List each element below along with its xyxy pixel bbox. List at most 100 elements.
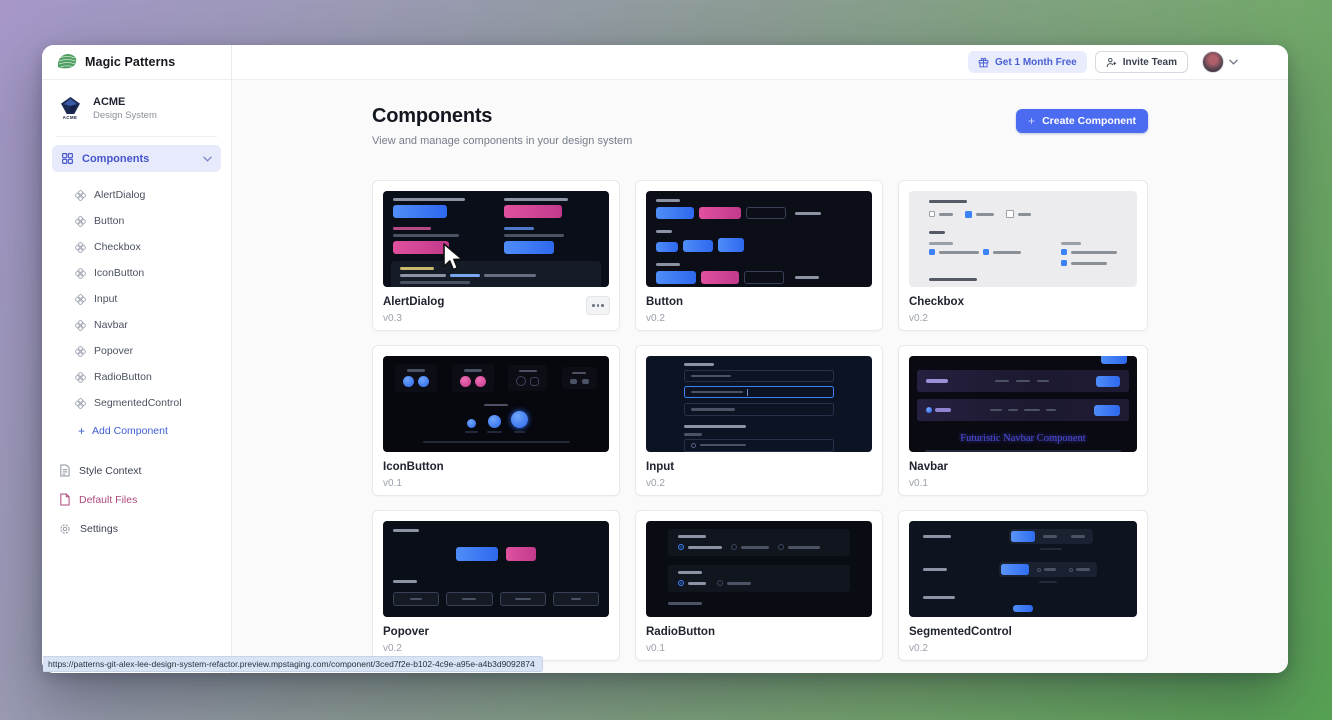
footer-item-label: Settings: [80, 523, 118, 535]
brand-header: Magic Patterns: [42, 45, 231, 80]
component-item-label: Button: [94, 215, 124, 227]
components-nav-label: Components: [82, 153, 195, 165]
component-thumbnail[interactable]: [909, 521, 1137, 617]
sidebar-item-button[interactable]: Button: [42, 208, 231, 234]
avatar: [1202, 51, 1224, 73]
component-thumbnail[interactable]: [383, 191, 609, 287]
sidebar-item-checkbox[interactable]: Checkbox: [42, 234, 231, 260]
component-card-radiobutton[interactable]: RadioButton v0.1: [635, 510, 883, 661]
sidebar-item-input[interactable]: Input: [42, 286, 231, 312]
component-version: v0.2: [646, 313, 872, 324]
footer-item-label: Style Context: [79, 465, 141, 477]
add-component-button[interactable]: + Add Component: [42, 418, 231, 444]
component-name: AlertDialog: [383, 296, 609, 308]
create-component-label: Create Component: [1042, 115, 1136, 127]
component-name: RadioButton: [646, 626, 872, 638]
component-version: v0.1: [383, 478, 609, 489]
create-component-button[interactable]: + Create Component: [1016, 109, 1148, 133]
gift-icon: [978, 57, 989, 68]
component-thumbnail[interactable]: [909, 191, 1137, 287]
chevron-down-icon: [1229, 59, 1238, 65]
component-item-label: IconButton: [94, 267, 144, 279]
chevron-down-icon: [203, 156, 212, 162]
workspace-switcher[interactable]: ACME ACME Design System: [42, 80, 231, 134]
component-thumbnail[interactable]: [646, 521, 872, 617]
sidebar-item-settings[interactable]: Settings: [42, 514, 231, 543]
sidebar-divider: [56, 136, 217, 137]
sidebar-item-radiobutton[interactable]: RadioButton: [42, 364, 231, 390]
component-diamond-icon: [75, 190, 86, 201]
link-preview-url: https://patterns-git-alex-lee-design-sys…: [48, 659, 535, 669]
workspace-logo: ACME: [56, 93, 84, 123]
component-thumbnail[interactable]: [383, 356, 609, 452]
sidebar-item-segmentedcontrol[interactable]: SegmentedControl: [42, 390, 231, 416]
main-area: Get 1 Month Free Invite Team Components …: [232, 45, 1288, 673]
sidebar-item-iconbutton[interactable]: IconButton: [42, 260, 231, 286]
component-item-label: Input: [94, 293, 117, 305]
component-name: Checkbox: [909, 296, 1137, 308]
sidebar-item-alertdialog[interactable]: AlertDialog: [42, 182, 231, 208]
sidebar-item-components[interactable]: Components: [52, 145, 221, 172]
component-card-button[interactable]: Button v0.2: [635, 180, 883, 331]
component-diamond-icon: [75, 216, 86, 227]
brand-name: Magic Patterns: [85, 55, 175, 69]
component-thumbnail[interactable]: [383, 521, 609, 617]
component-version: v0.1: [909, 478, 1137, 489]
component-thumbnail[interactable]: Futuristic Navbar Component: [909, 356, 1137, 452]
component-card-navbar[interactable]: Futuristic Navbar Component Navbar v0.1: [898, 345, 1148, 496]
component-card-alertdialog[interactable]: AlertDialog v0.3: [372, 180, 620, 331]
page-title: Components: [372, 105, 632, 128]
component-version: v0.3: [383, 313, 609, 324]
promo-label: Get 1 Month Free: [995, 57, 1077, 68]
component-version: v0.2: [646, 478, 872, 489]
component-version: v0.2: [909, 313, 1137, 324]
get-month-free-button[interactable]: Get 1 Month Free: [968, 51, 1087, 73]
component-name: Input: [646, 461, 872, 473]
component-card-iconbutton[interactable]: IconButton v0.1: [372, 345, 620, 496]
component-diamond-icon: [75, 372, 86, 383]
component-version: v0.2: [383, 643, 609, 654]
component-name: Navbar: [909, 461, 1137, 473]
component-item-label: SegmentedControl: [94, 397, 182, 409]
component-item-label: Navbar: [94, 319, 128, 331]
add-component-label: Add Component: [92, 425, 168, 437]
component-thumbnail[interactable]: [646, 191, 872, 287]
component-card-checkbox[interactable]: Checkbox v0.2: [898, 180, 1148, 331]
sidebar-item-popover[interactable]: Popover: [42, 338, 231, 364]
sidebar-footer: Style Context Default Files Settings: [42, 456, 231, 543]
acme-logo-icon: [61, 97, 80, 114]
component-name: Button: [646, 296, 872, 308]
plus-icon: +: [1028, 115, 1035, 127]
component-card-segmentedcontrol[interactable]: SegmentedControl v0.2: [898, 510, 1148, 661]
content-area: Components View and manage components in…: [232, 80, 1288, 673]
component-grid: AlertDialog v0.3: [372, 180, 1148, 661]
component-card-popover[interactable]: Popover v0.2: [372, 510, 620, 661]
component-diamond-icon: [75, 346, 86, 357]
navbar-thumbnail-caption: Futuristic Navbar Component: [917, 433, 1129, 444]
component-thumbnail[interactable]: [646, 356, 872, 452]
invite-label: Invite Team: [1123, 57, 1177, 68]
account-menu[interactable]: [1202, 51, 1238, 73]
component-card-input[interactable]: Input v0.2: [635, 345, 883, 496]
acme-logo-text: ACME: [63, 115, 78, 120]
magic-patterns-logo-icon: [56, 53, 78, 71]
sidebar-item-default-files[interactable]: Default Files: [42, 485, 231, 514]
component-item-label: RadioButton: [94, 371, 152, 383]
card-menu-button[interactable]: [586, 296, 610, 315]
component-diamond-icon: [75, 398, 86, 409]
component-item-label: AlertDialog: [94, 189, 145, 201]
component-diamond-icon: [75, 268, 86, 279]
sidebar-item-style-context[interactable]: Style Context: [42, 456, 231, 485]
document-icon: [59, 464, 70, 477]
component-diamond-icon: [75, 294, 86, 305]
page-subtitle: View and manage components in your desig…: [372, 135, 632, 147]
workspace-subtitle: Design System: [93, 110, 157, 121]
component-version: v0.1: [646, 643, 872, 654]
sidebar-item-navbar[interactable]: Navbar: [42, 312, 231, 338]
link-preview-statusbar: https://patterns-git-alex-lee-design-sys…: [43, 656, 543, 672]
component-diamond-icon: [75, 242, 86, 253]
invite-team-button[interactable]: Invite Team: [1095, 51, 1188, 73]
app-window: Magic Patterns ACME ACME Design System: [42, 45, 1288, 673]
component-item-label: Checkbox: [94, 241, 141, 253]
user-plus-icon: [1106, 57, 1117, 68]
